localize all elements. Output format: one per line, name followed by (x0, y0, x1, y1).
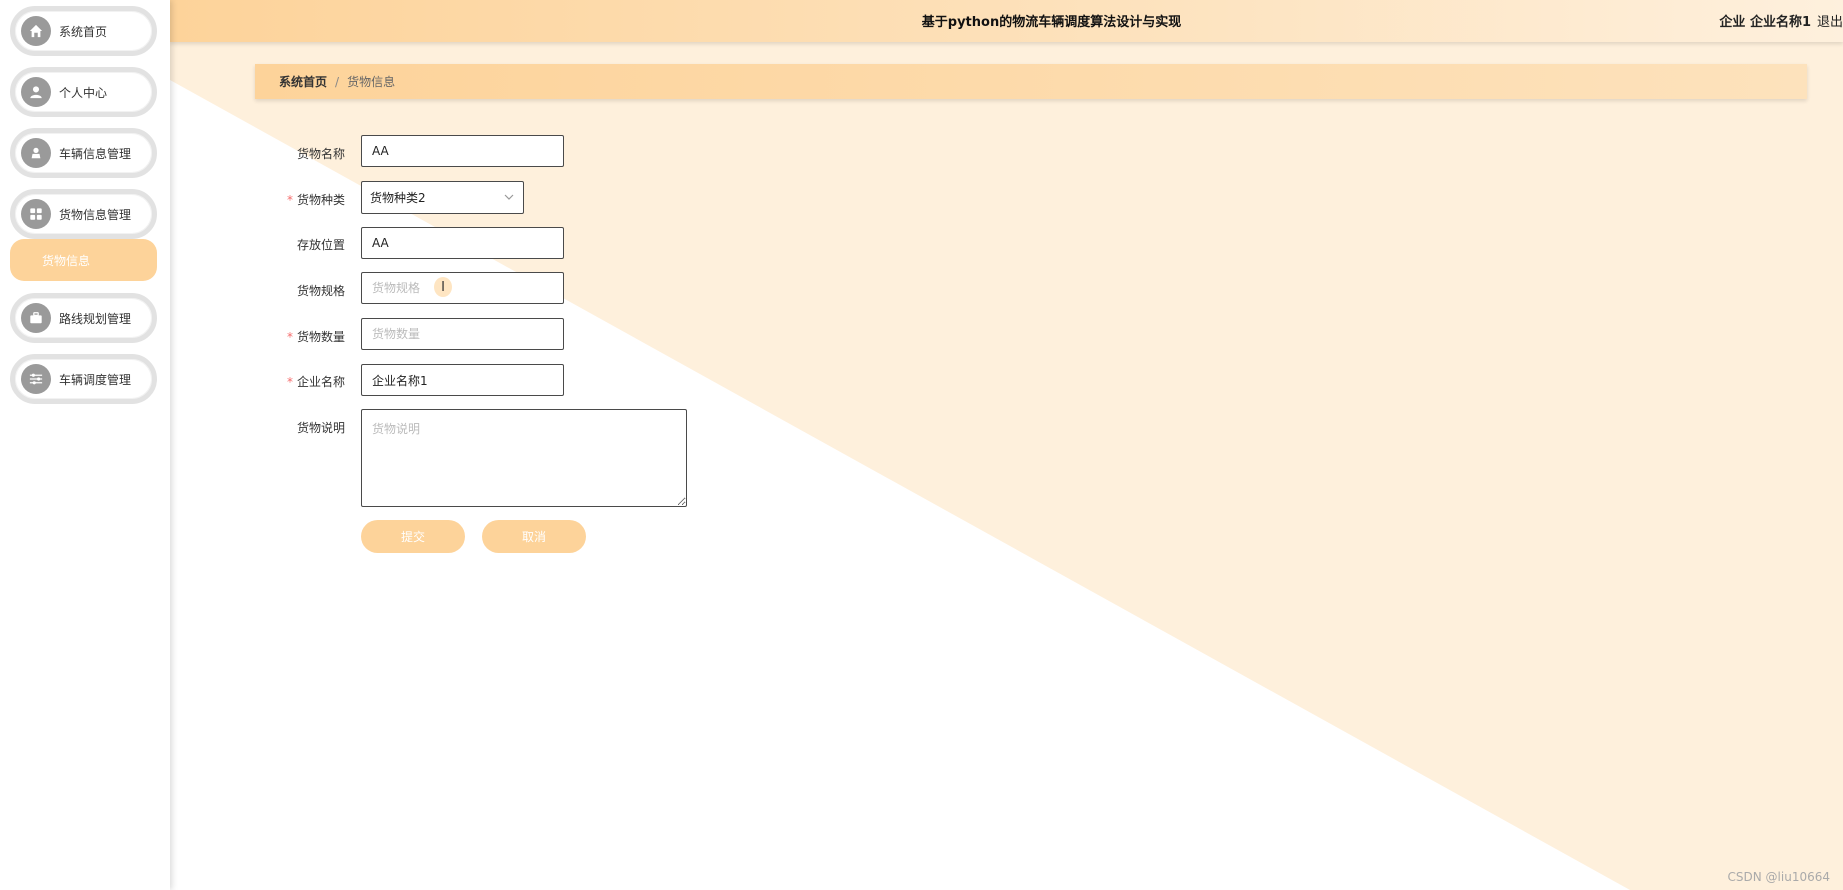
sidebar-item-label: 车辆调度管理 (59, 372, 132, 387)
sidebar-item-personal-center[interactable]: 个人中心 (10, 67, 157, 117)
background-diagonal (170, 42, 1843, 890)
company-name-input[interactable] (361, 364, 564, 396)
sidebar-item-route-planning[interactable]: 路线规划管理 (10, 293, 157, 343)
storage-location-input[interactable] (361, 227, 564, 259)
app-title: 基于python的物流车辆调度算法设计与实现 (921, 15, 1182, 30)
submit-button[interactable]: 提交 (361, 520, 465, 553)
submenu-item-goods[interactable]: 货物信息 (10, 239, 157, 281)
goods-quantity-input[interactable] (361, 318, 564, 350)
sidebar-item-home[interactable]: 系统首页 (10, 6, 157, 56)
goods-desc-label: 货物说明 (296, 421, 345, 435)
current-user: 企业 企业名称1 (1719, 15, 1811, 30)
breadcrumb-separator: / (335, 74, 340, 89)
goods-name-input[interactable] (361, 135, 564, 167)
goods-category-select[interactable]: 货物种类2 (361, 181, 524, 214)
sidebar-item-label: 路线规划管理 (59, 311, 132, 326)
cancel-button[interactable]: 取消 (482, 520, 586, 553)
sidebar-item-vehicle-dispatch[interactable]: 车辆调度管理 (10, 354, 157, 404)
logout-link[interactable]: 退出 (1817, 11, 1843, 30)
goods-category-label: * 货物种类 (286, 193, 345, 207)
goods-name-label: 货物名称 (296, 147, 345, 161)
user-icon (21, 77, 51, 107)
goods-category-value: 货物种类2 (370, 191, 426, 205)
person-icon (21, 138, 51, 168)
storage-location-label: 存放位置 (296, 238, 345, 252)
required-mark: * (286, 193, 293, 207)
home-icon (21, 16, 51, 46)
breadcrumb-current: 货物信息 (347, 75, 396, 89)
sidebar-item-vehicle-info[interactable]: 车辆信息管理 (10, 128, 157, 178)
submenu-item-label: 货物信息 (42, 253, 91, 268)
sidebar-item-label: 个人中心 (59, 85, 108, 100)
sidebar: 系统首页 个人中心 车辆信息管理 货物信息管理 货物信息 路线规划管理 车辆调度… (0, 0, 170, 890)
top-header: 基于python的物流车辆调度算法设计与实现 企业 企业名称1 退出 (170, 0, 1843, 42)
briefcase-icon (21, 303, 51, 333)
breadcrumb-home[interactable]: 系统首页 (279, 73, 327, 90)
sidebar-item-label: 车辆信息管理 (59, 146, 132, 161)
goods-spec-label: 货物规格 (296, 284, 345, 298)
goods-spec-input[interactable] (361, 272, 564, 304)
watermark: CSDN @liu10664 (1727, 870, 1830, 884)
company-name-label: * 企业名称 (286, 375, 345, 389)
sidebar-item-goods-info[interactable]: 货物信息管理 (10, 189, 157, 239)
breadcrumb: 系统首页 / 货物信息 (255, 64, 1807, 99)
required-mark: * (286, 330, 293, 344)
grid-icon (21, 199, 51, 229)
chevron-down-icon (504, 194, 514, 200)
goods-quantity-label: * 货物数量 (286, 330, 345, 344)
goods-desc-textarea[interactable] (361, 409, 687, 507)
sidebar-item-label: 货物信息管理 (59, 207, 132, 222)
text-cursor-icon: I (434, 277, 452, 297)
sidebar-item-label: 系统首页 (59, 24, 108, 39)
required-mark: * (286, 375, 293, 389)
sliders-icon (21, 364, 51, 394)
